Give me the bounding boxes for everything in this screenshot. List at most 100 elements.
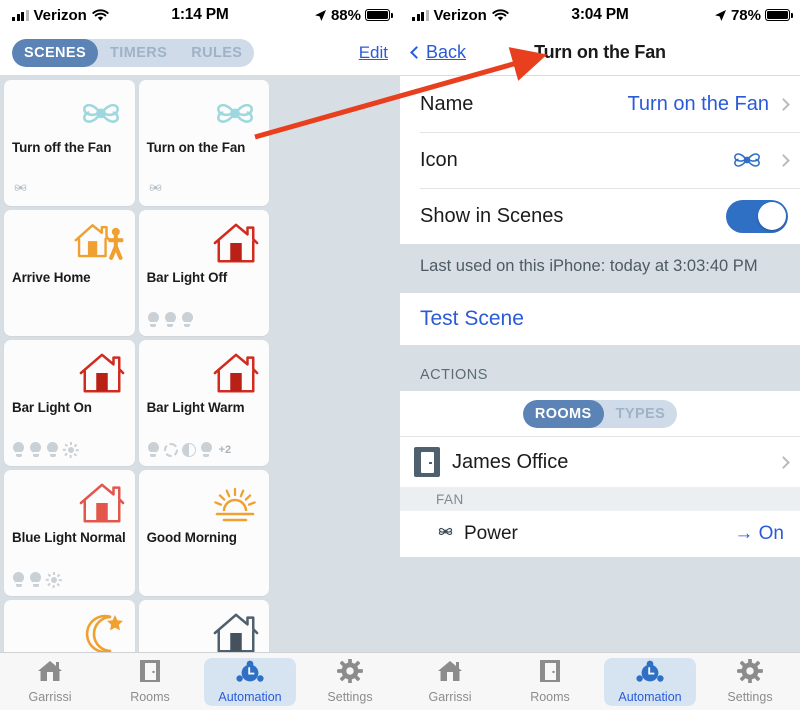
scene-icon	[71, 477, 127, 529]
fan-glyph-icon	[436, 523, 455, 545]
characteristic-row-power[interactable]: Power → On	[400, 511, 800, 557]
bulb-badge-icon	[29, 571, 42, 589]
brightness-badge-icon	[62, 442, 79, 458]
scene-icon	[71, 87, 127, 139]
scene-tile[interactable]: Turn off the Fan	[4, 80, 135, 206]
scene-tile[interactable]: Bar Light Warm +2	[138, 340, 270, 466]
left-pane-scenes-list: Verizon 1:14 PM 88% SCENES TIMERS RULES …	[0, 0, 400, 710]
tab-settings[interactable]: Settings	[304, 658, 396, 706]
tab-label: Settings	[727, 690, 773, 704]
scene-detail-list[interactable]: Name Turn on the Fan Icon Show in Scenes…	[400, 76, 800, 652]
scene-badges	[12, 571, 62, 589]
row-name[interactable]: Name Turn on the Fan	[400, 76, 800, 132]
tab-label: Garrissi	[28, 690, 72, 704]
scene-icon	[71, 347, 127, 399]
scene-tile[interactable]: Good Night	[4, 600, 135, 652]
scene-name-label: Arrive Home	[12, 270, 91, 285]
tab-automation[interactable]: Automation	[604, 657, 696, 706]
scene-icon	[205, 607, 261, 652]
extra-count-label: +2	[218, 444, 232, 456]
scene-icon	[71, 607, 127, 652]
show-in-scenes-toggle[interactable]	[726, 199, 788, 233]
door-icon	[414, 447, 440, 477]
rooms-types-segmented-control[interactable]: ROOMS TYPES	[522, 399, 678, 428]
scene-name-label: Bar Light On	[12, 400, 92, 415]
room-row-james-office[interactable]: James Office	[400, 437, 800, 487]
scene-tile[interactable]: Bar Light On	[4, 340, 135, 466]
scenes-scroll-area[interactable]: Turn off the Fan Turn on the Fan Arrive Ho…	[0, 76, 400, 652]
scene-name-label: Blue Light Normal	[12, 530, 126, 545]
scene-tile[interactable]: In The Mood+4	[138, 600, 270, 652]
gear-icon	[737, 658, 763, 688]
tab-settings[interactable]: Settings	[704, 658, 796, 706]
bulb-badge-icon	[181, 311, 194, 329]
left-tab-bar[interactable]: Garrissi Rooms Automation Settings	[0, 652, 400, 710]
left-status-bar: Verizon 1:14 PM 88%	[0, 0, 400, 30]
row-show-in-scenes[interactable]: Show in Scenes	[400, 188, 800, 244]
scenes-timers-rules-segmented-control[interactable]: SCENES TIMERS RULES	[12, 38, 255, 67]
right-tab-bar[interactable]: Garrissi Rooms Automation Settings	[400, 652, 800, 710]
segment-types[interactable]: TYPES	[604, 400, 678, 428]
tab-label: Garrissi	[428, 690, 472, 704]
bulb-badge-icon	[147, 311, 160, 329]
tab-label: Automation	[618, 690, 682, 704]
name-label: Name	[420, 92, 474, 115]
door-icon	[539, 659, 561, 688]
battery-percent-label: 78%	[730, 6, 761, 24]
bulb-badge-icon	[12, 441, 25, 459]
bulb-badge-icon	[46, 441, 59, 459]
scenes-grid: Turn off the Fan Turn on the Fan Arrive Ho…	[0, 76, 400, 652]
bulb-badge-icon	[200, 441, 213, 459]
room-name-label: James Office	[452, 450, 569, 473]
scene-tile[interactable]: Arrive Home	[4, 210, 135, 336]
right-status-bar: Verizon 3:04 PM 78%	[400, 0, 800, 30]
actions-section-header: ACTIONS	[400, 345, 800, 391]
scene-name-label: Turn off the Fan	[12, 140, 112, 155]
back-button[interactable]: Back	[410, 42, 467, 63]
door-icon	[139, 659, 161, 688]
scene-icon	[205, 477, 261, 529]
fan-glyph-icon	[147, 180, 164, 200]
right-nav-bar: Back Turn on the Fan	[400, 30, 800, 76]
test-scene-button[interactable]: Test Scene	[400, 293, 800, 345]
power-label: Power	[464, 523, 518, 544]
fan-glyph-icon	[12, 180, 29, 200]
edit-button[interactable]: Edit	[359, 43, 388, 63]
scene-tile[interactable]: Good Morning	[138, 470, 270, 596]
tab-garrissi[interactable]: Garrissi	[4, 658, 96, 706]
alarm-clock-icon	[236, 659, 264, 688]
segment-rules[interactable]: RULES	[179, 39, 254, 67]
tab-rooms[interactable]: Rooms	[104, 658, 196, 706]
dual-screenshot: Verizon 1:14 PM 88% SCENES TIMERS RULES …	[0, 0, 800, 710]
tab-label: Automation	[218, 690, 282, 704]
segment-rooms[interactable]: ROOMS	[522, 399, 604, 428]
color-badge-icon	[163, 443, 178, 457]
tab-garrissi[interactable]: Garrissi	[404, 658, 496, 706]
brightness-badge-icon	[45, 572, 62, 588]
scene-name-label: Bar Light Off	[146, 270, 228, 285]
location-arrow-icon	[314, 9, 326, 21]
scene-badges	[12, 181, 29, 199]
name-value: Turn on the Fan	[627, 92, 769, 115]
chevron-right-icon	[777, 153, 790, 167]
scene-tile[interactable]: Turn on the Fan	[138, 80, 270, 206]
rooms-types-segment-container: ROOMS TYPES	[400, 391, 800, 437]
battery-icon	[765, 9, 793, 21]
alarm-clock-icon	[636, 659, 664, 688]
row-icon[interactable]: Icon	[400, 132, 800, 188]
tab-rooms[interactable]: Rooms	[504, 658, 596, 706]
scene-tile[interactable]: Blue Light Normal	[4, 470, 135, 596]
scene-name-label: Good Morning	[146, 530, 237, 545]
segment-timers[interactable]: TIMERS	[98, 39, 179, 67]
chevron-left-icon	[410, 46, 423, 59]
scene-tile[interactable]: Bar Light Off	[138, 210, 270, 336]
tab-label: Rooms	[530, 690, 570, 704]
tab-automation[interactable]: Automation	[204, 657, 296, 706]
battery-area: 78%	[714, 6, 793, 24]
scene-badges	[147, 311, 194, 329]
fan-icon	[727, 143, 767, 177]
back-label: Back	[426, 42, 467, 62]
icon-label: Icon	[420, 148, 458, 171]
segment-scenes[interactable]: SCENES	[12, 38, 99, 67]
bulb-badge-icon	[164, 311, 177, 329]
